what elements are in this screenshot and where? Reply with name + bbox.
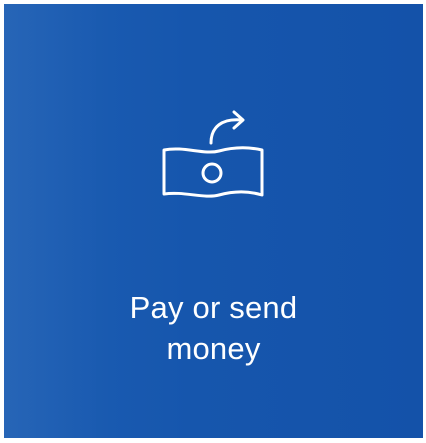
send-money-icon xyxy=(154,105,269,205)
tile-label-line-1: Pay or send xyxy=(129,290,298,325)
tile-label-line-2: money xyxy=(166,331,261,366)
tile-label: Pay or send money xyxy=(4,287,423,369)
pay-or-send-money-tile[interactable]: Pay or send money xyxy=(4,4,423,438)
